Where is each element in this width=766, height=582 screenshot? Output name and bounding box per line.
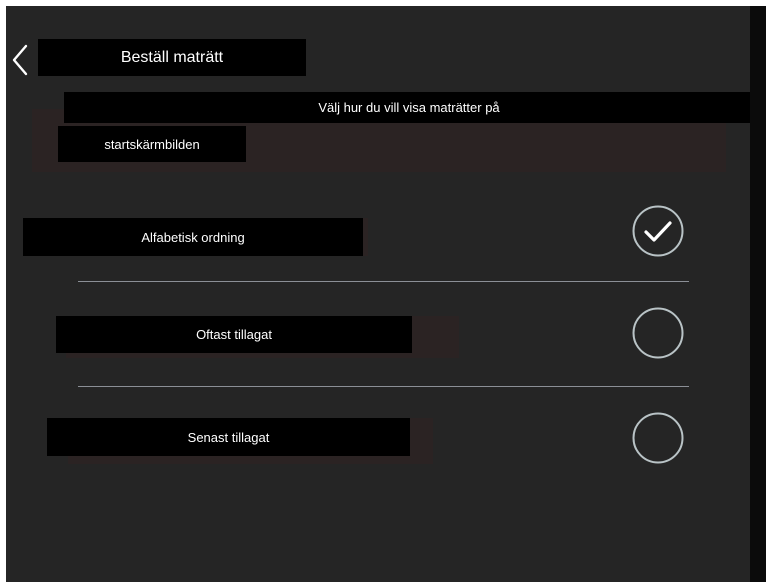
chevron-left-icon <box>12 44 28 76</box>
back-button[interactable] <box>7 40 33 80</box>
radio-unchecked-icon[interactable] <box>632 307 684 359</box>
option-alphabetical[interactable]: Alfabetisk ordning <box>23 218 363 256</box>
option-label: Senast tillagat <box>187 429 270 445</box>
setting-subtitle: Välj hur du vill visa maträtter på <box>64 92 750 123</box>
option-divider <box>78 386 689 387</box>
option-most-cooked[interactable]: Oftast tillagat <box>56 316 412 353</box>
option-label: Alfabetisk ordning <box>141 229 245 245</box>
setting-subtitle-text: Välj hur du vill visa maträtter på <box>318 100 500 115</box>
setting-description-text: startskärmbilden <box>104 136 200 152</box>
page-title-text: Beställ maträtt <box>120 48 224 66</box>
option-label: Oftast tillagat <box>196 327 272 342</box>
setting-description: startskärmbilden <box>58 126 246 162</box>
radio-checked-icon[interactable] <box>632 205 684 257</box>
option-recently-cooked[interactable]: Senast tillagat <box>47 418 410 456</box>
page-title: Beställ maträtt <box>38 39 306 76</box>
app-screen: Beställ maträtt Välj hur du vill visa ma… <box>6 6 750 582</box>
option-divider <box>78 281 689 282</box>
screen-edge <box>750 6 766 582</box>
radio-unchecked-icon[interactable] <box>632 412 684 464</box>
